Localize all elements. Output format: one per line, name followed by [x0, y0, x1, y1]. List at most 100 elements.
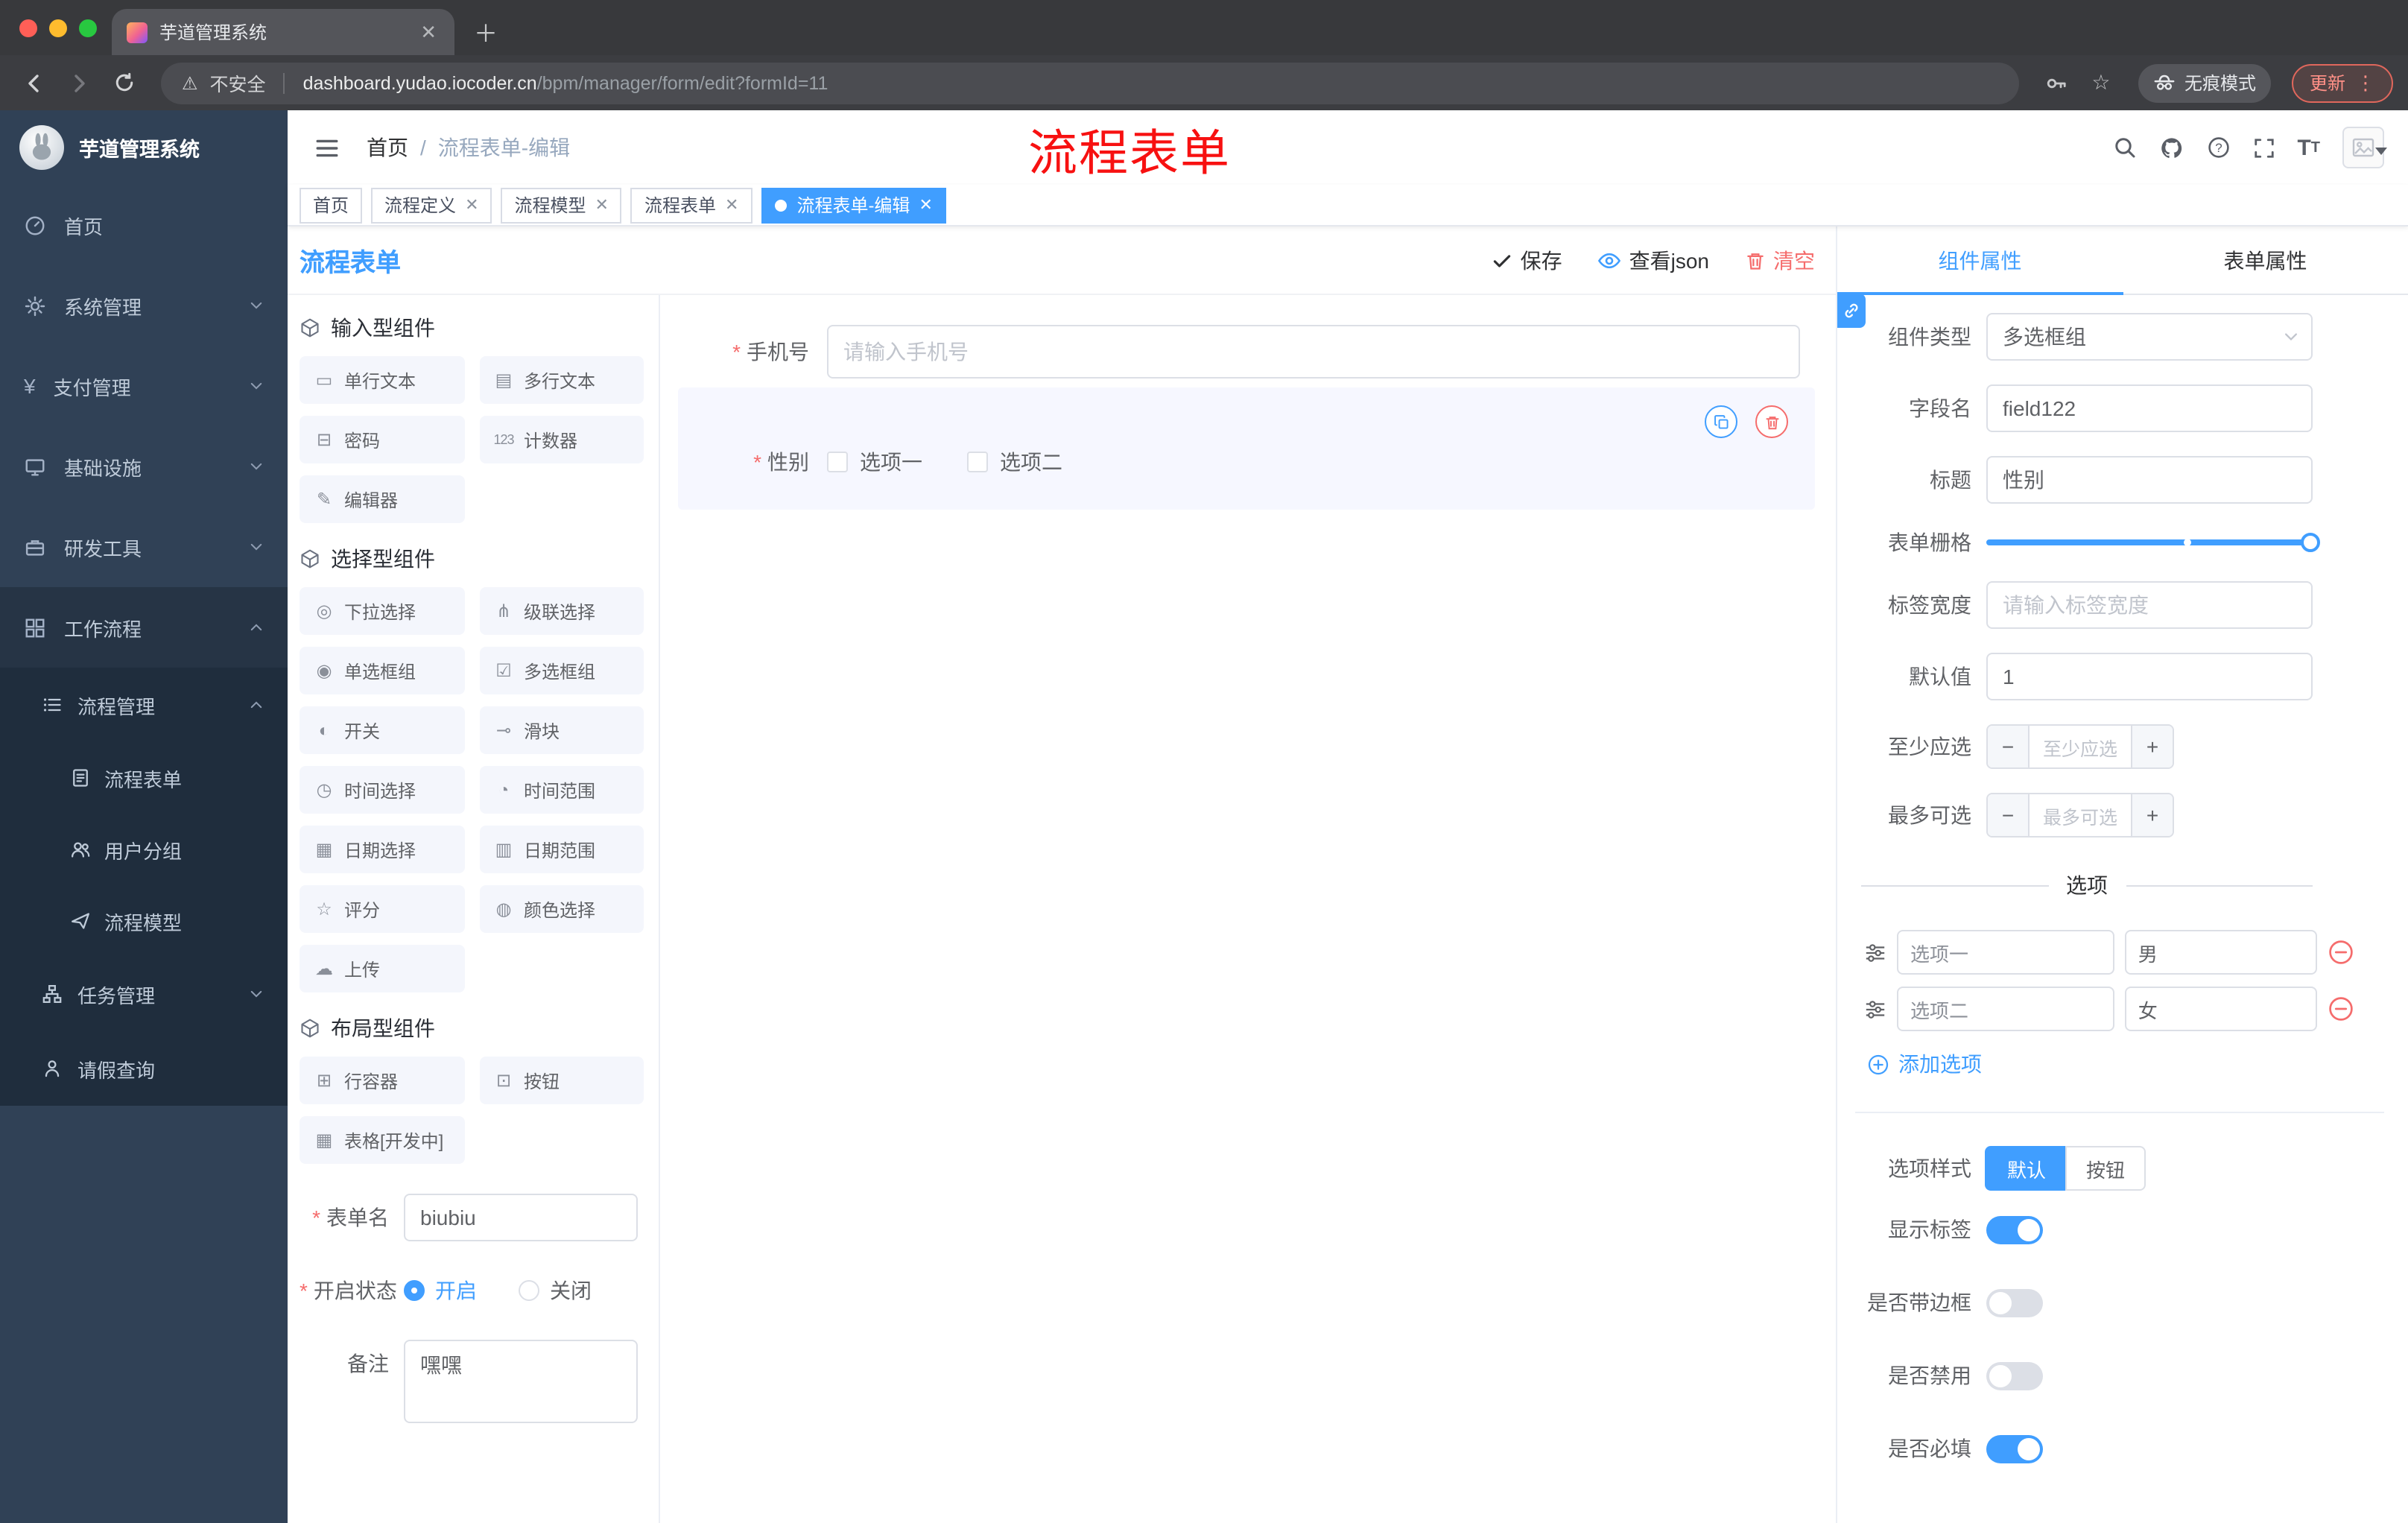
slider-handle[interactable] [2301, 533, 2320, 552]
show-label-toggle[interactable] [1986, 1215, 2043, 1244]
palette-item-color-picker[interactable]: ◍ 颜色选择 [479, 885, 644, 933]
palette-item-row-container[interactable]: ⊞ 行容器 [300, 1057, 464, 1104]
sidebar-toggle-icon[interactable] [308, 129, 346, 166]
disabled-toggle[interactable] [1986, 1361, 2043, 1390]
tag-close-icon[interactable]: ✕ [917, 195, 932, 215]
back-button[interactable] [15, 63, 54, 102]
option-value-input[interactable] [2124, 987, 2317, 1031]
tag-close-icon[interactable]: ✕ [463, 195, 478, 215]
canvas-field-gender[interactable]: 性别 选项一 选项二 [678, 387, 1815, 510]
palette-item-select[interactable]: ◎ 下拉选择 [300, 587, 464, 635]
min-checked-input[interactable]: 至少应选 [2030, 726, 2131, 767]
palette-item-time-range[interactable]: ◔ 时间范围 [479, 766, 644, 814]
gender-option-1-checkbox[interactable]: 选项一 [827, 447, 922, 477]
remove-option-button[interactable] [2328, 939, 2354, 966]
decrease-button[interactable]: − [1988, 726, 2030, 767]
title-input[interactable] [1986, 456, 2313, 504]
status-off-radio[interactable]: 关闭 [519, 1276, 592, 1305]
palette-item-date-picker[interactable]: ▦ 日期选择 [300, 826, 464, 873]
sidebar-item-system[interactable]: 系统管理 [0, 265, 288, 346]
palette-item-switch[interactable]: ◐ 开关 [300, 706, 464, 754]
increase-button[interactable]: + [2131, 794, 2173, 836]
required-toggle[interactable] [1986, 1434, 2043, 1463]
component-type-select[interactable] [1986, 313, 2313, 361]
grid-slider[interactable] [1986, 533, 2320, 552]
link-icon[interactable] [1837, 294, 1866, 328]
tag-process-model[interactable]: 流程模型 ✕ [501, 187, 622, 223]
breadcrumb-home[interactable]: 首页 [367, 133, 408, 162]
sidebar-item-process-model[interactable]: 流程模型 [0, 885, 288, 957]
add-option-button[interactable]: 添加选项 [1867, 1049, 2313, 1079]
browser-tab[interactable]: 芋道管理系统 ✕ [112, 9, 454, 55]
sidebar-item-process-form[interactable]: 流程表单 [0, 742, 288, 814]
palette-item-table[interactable]: ▦ 表格[开发中] [300, 1116, 464, 1164]
new-tab-button[interactable]: ＋ [466, 12, 505, 51]
palette-item-slider[interactable]: ⊸ 滑块 [479, 706, 644, 754]
tag-close-icon[interactable]: ✕ [723, 195, 738, 215]
fullscreen-icon[interactable] [2252, 136, 2275, 159]
option-label-input[interactable] [1897, 987, 2114, 1031]
palette-item-password[interactable]: ⊟ 密码 [300, 416, 464, 463]
forward-button[interactable] [60, 63, 98, 102]
form-name-input[interactable] [404, 1194, 638, 1241]
canvas-field-phone[interactable]: 手机号 [678, 319, 1815, 384]
user-menu[interactable] [2342, 127, 2387, 168]
default-value-input[interactable] [1986, 653, 2313, 700]
search-icon[interactable] [2112, 136, 2136, 159]
tab-form-props[interactable]: 表单属性 [2123, 227, 2408, 294]
style-default-button[interactable]: 默认 [1986, 1146, 2068, 1191]
drag-handle-icon[interactable] [1864, 998, 1886, 1020]
sidebar-item-leave-query[interactable]: 请假查询 [0, 1031, 288, 1106]
palette-item-checkbox-group[interactable]: ☑ 多选框组 [479, 647, 644, 694]
remove-option-button[interactable] [2328, 995, 2354, 1022]
sidebar-item-dev-tools[interactable]: 研发工具 [0, 507, 288, 587]
drag-handle-icon[interactable] [1864, 941, 1886, 963]
palette-item-single-line-text[interactable]: ▭ 单行文本 [300, 356, 464, 404]
minimize-window-button[interactable] [49, 19, 67, 37]
view-json-button[interactable]: 查看json [1598, 245, 1709, 275]
save-button[interactable]: 保存 [1492, 245, 1562, 275]
option-label-input[interactable] [1897, 930, 2114, 975]
sidebar-item-infrastructure[interactable]: 基础设施 [0, 426, 288, 507]
sidebar-item-payment[interactable]: ¥ 支付管理 [0, 346, 288, 426]
palette-item-button[interactable]: ⊡ 按钮 [479, 1057, 644, 1104]
palette-item-date-range[interactable]: ▥ 日期范围 [479, 826, 644, 873]
palette-item-time-picker[interactable]: ◷ 时间选择 [300, 766, 464, 814]
palette-item-editor[interactable]: ✎ 编辑器 [300, 475, 464, 523]
style-button-button[interactable]: 按钮 [2065, 1146, 2146, 1191]
palette-item-textarea[interactable]: ▤ 多行文本 [479, 356, 644, 404]
form-canvas[interactable]: 手机号 [660, 295, 1836, 1523]
sidebar-item-workflow[interactable]: 工作流程 [0, 587, 288, 668]
password-key-icon[interactable] [2037, 63, 2076, 102]
tag-process-form-edit[interactable]: 流程表单-编辑 ✕ [761, 187, 946, 223]
border-toggle[interactable] [1986, 1288, 2043, 1317]
address-bar[interactable]: ⚠ 不安全 dashboard.yudao.iocoder.cn/bpm/man… [161, 62, 2019, 104]
palette-item-counter[interactable]: 123 计数器 [479, 416, 644, 463]
option-value-input[interactable] [2124, 930, 2317, 975]
github-icon[interactable] [2158, 135, 2184, 160]
field-name-input[interactable] [1986, 384, 2313, 432]
palette-item-cascader[interactable]: ⋔ 级联选择 [479, 587, 644, 635]
tag-process-definition[interactable]: 流程定义 ✕ [371, 187, 492, 223]
sidebar-logo[interactable]: 芋道管理系统 [0, 110, 288, 185]
copy-component-button[interactable] [1705, 405, 1737, 438]
close-window-button[interactable] [19, 19, 37, 37]
increase-button[interactable]: + [2131, 726, 2173, 767]
font-size-icon[interactable]: TT [2297, 135, 2320, 160]
sidebar-item-task-management[interactable]: 任务管理 [0, 957, 288, 1031]
phone-input[interactable] [827, 325, 1800, 379]
palette-item-radio-group[interactable]: ◉ 单选框组 [300, 647, 464, 694]
zoom-window-button[interactable] [79, 19, 97, 37]
palette-item-upload[interactable]: ☁ 上传 [300, 945, 464, 992]
bookmark-star-icon[interactable]: ☆ [2082, 63, 2120, 102]
tag-process-form[interactable]: 流程表单 ✕ [630, 187, 752, 223]
browser-update-button[interactable]: 更新 ⋮ [2291, 63, 2393, 102]
gender-option-2-checkbox[interactable]: 选项二 [967, 447, 1062, 477]
help-icon[interactable]: ? [2206, 136, 2230, 159]
tag-home[interactable]: 首页 [300, 187, 363, 223]
sidebar-item-user-groups[interactable]: 用户分组 [0, 814, 288, 885]
tab-close-icon[interactable]: ✕ [417, 20, 440, 44]
clear-button[interactable]: 清空 [1745, 245, 1815, 275]
label-width-input[interactable] [1986, 581, 2313, 629]
decrease-button[interactable]: − [1988, 794, 2030, 836]
